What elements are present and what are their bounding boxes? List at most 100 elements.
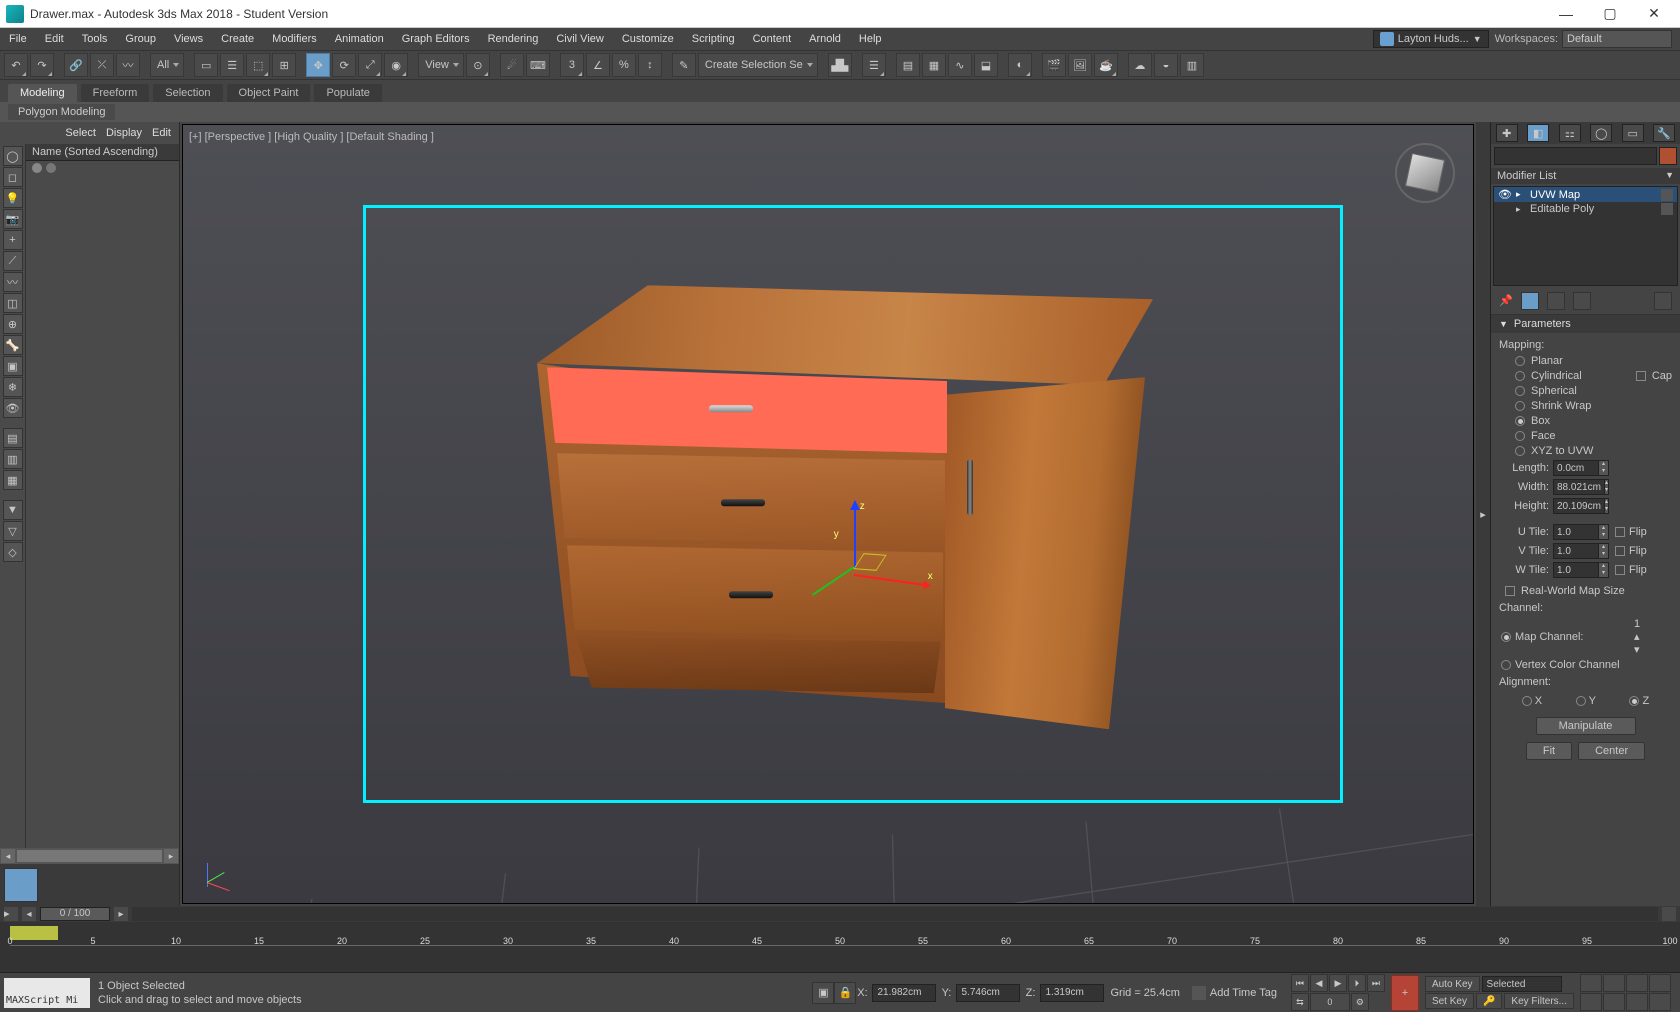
maximize-button[interactable]: ▢	[1590, 2, 1630, 26]
freeze-icon[interactable]	[46, 163, 56, 173]
time-config-icon[interactable]: ⚙	[1351, 993, 1369, 1011]
make-unique-icon[interactable]	[1547, 292, 1565, 310]
minimize-button[interactable]: —	[1546, 2, 1586, 26]
center-button-param[interactable]: Center	[1578, 742, 1645, 760]
vertexcolor-radio[interactable]: Vertex Color Channel	[1501, 659, 1672, 671]
menu-customize[interactable]: Customize	[613, 28, 683, 50]
modifier-list-dropdown[interactable]: Modifier List▼	[1491, 168, 1680, 184]
maxscript-listener[interactable]: MAXScript Mi	[4, 978, 90, 1008]
filter-xrefs-icon[interactable]: ⊕	[3, 314, 23, 334]
link-button[interactable]: 🔗	[64, 53, 88, 77]
time-next-button[interactable]: ▸	[114, 907, 128, 921]
autokey-button[interactable]: Auto Key	[1425, 976, 1480, 992]
zoom-extents-all-icon[interactable]	[1649, 974, 1671, 992]
curve-editor-button[interactable]: ∿	[948, 53, 972, 77]
cap-checkbox[interactable]	[1636, 371, 1646, 381]
vtile-spinner[interactable]: 1.0▴▾	[1553, 543, 1609, 559]
goto-start-icon[interactable]: ⏮	[1291, 974, 1309, 992]
filter-frozen-icon[interactable]: ❄	[3, 377, 23, 397]
ribbon-tab-objectpaint[interactable]: Object Paint	[227, 84, 311, 102]
modifier-editablepoly[interactable]: ▸Editable Poly	[1494, 202, 1677, 216]
menu-animation[interactable]: Animation	[326, 28, 393, 50]
scene-display-menu[interactable]: Display	[106, 127, 142, 139]
realworld-checkbox[interactable]: Real-World Map Size	[1505, 585, 1672, 597]
zoom-extents-icon[interactable]	[1626, 974, 1648, 992]
ribbon-panel-polymodeling[interactable]: Polygon Modeling	[8, 104, 115, 120]
coord-z-input[interactable]: 1.319cm	[1040, 984, 1104, 1002]
filter-cameras-icon[interactable]: 📷	[3, 209, 23, 229]
viewport-flyout-button[interactable]: ▸	[1476, 122, 1490, 906]
hierarchy-tab-icon[interactable]: ⚏	[1559, 124, 1581, 142]
keymode-dropdown[interactable]: Selected	[1482, 976, 1562, 992]
layer-explorer-button[interactable]: ▤	[896, 53, 920, 77]
show-end-result-icon[interactable]	[1521, 292, 1539, 310]
display-tab-icon[interactable]: ▭	[1622, 124, 1644, 142]
select-region-button[interactable]: ⬚	[246, 53, 270, 77]
mirror-button[interactable]: ▟▙	[828, 53, 852, 77]
utile-spinner[interactable]: 1.0▴▾	[1553, 524, 1609, 540]
select-by-name-button[interactable]: ☰	[220, 53, 244, 77]
menu-content[interactable]: Content	[744, 28, 801, 50]
render-setup-button[interactable]: 🎬	[1042, 53, 1066, 77]
filter-geometry-icon[interactable]: ◻	[3, 167, 23, 187]
keyfilters-button[interactable]: Key Filters...	[1504, 993, 1574, 1009]
select-rotate-button[interactable]: ⟳	[332, 53, 356, 77]
length-spinner[interactable]: 0.0cm▴▾	[1553, 460, 1609, 476]
undo-button[interactable]: ↶	[4, 53, 28, 77]
sort-hierarchy-icon[interactable]: ▦	[3, 470, 23, 490]
configure-sets-icon[interactable]	[1654, 292, 1672, 310]
menu-file[interactable]: File	[0, 28, 36, 50]
ribbon-tab-populate[interactable]: Populate	[314, 84, 381, 102]
set-key-big-button[interactable]: +	[1391, 975, 1419, 1011]
menu-arnold[interactable]: Arnold	[800, 28, 850, 50]
mapchannel-radio[interactable]: Map Channel:1▴▾	[1501, 618, 1672, 656]
orbit-icon[interactable]	[1626, 993, 1648, 1011]
motion-tab-icon[interactable]: ◯	[1590, 124, 1612, 142]
align-button[interactable]: ☰	[862, 53, 886, 77]
time-slider-track[interactable]	[132, 907, 1658, 921]
time-slider[interactable]: ▸ ◂ 0 / 100 ▸	[0, 906, 1680, 922]
filter-containers-icon[interactable]: ▣	[3, 356, 23, 376]
bind-spacewarp-button[interactable]: 〰	[116, 53, 140, 77]
object-color-swatch[interactable]	[1659, 147, 1677, 165]
workspace-input[interactable]	[1562, 30, 1672, 48]
vflip-checkbox[interactable]	[1615, 546, 1625, 556]
max-viewport-icon[interactable]	[1649, 993, 1671, 1011]
ribbon-tab-freeform[interactable]: Freeform	[81, 84, 150, 102]
modifier-uvwmap[interactable]: 👁▸UVW Map	[1494, 187, 1677, 202]
render-online-button[interactable]: ☁	[1128, 53, 1152, 77]
menu-tools[interactable]: Tools	[73, 28, 117, 50]
schematic-view-button[interactable]: ⬓	[974, 53, 998, 77]
menu-help[interactable]: Help	[850, 28, 891, 50]
material-editor-button[interactable]: ◐	[1008, 53, 1032, 77]
filter-spacewarps-icon[interactable]: 〰	[3, 272, 23, 292]
menu-civilview[interactable]: Civil View	[547, 28, 612, 50]
viewport-object-drawer[interactable]	[503, 285, 1153, 725]
visibility-icon[interactable]	[32, 163, 42, 173]
mapping-spherical[interactable]: Spherical	[1515, 385, 1672, 397]
select-move-button[interactable]: ✥	[306, 53, 330, 77]
angle-snap-button[interactable]: ∠	[586, 53, 610, 77]
modify-tab-icon[interactable]: ◧	[1527, 124, 1549, 142]
align-x[interactable]: X	[1522, 695, 1542, 707]
preview-thumbnail[interactable]	[4, 868, 38, 902]
filter-groups-icon[interactable]: ◫	[3, 293, 23, 313]
pin-stack-icon[interactable]: 📌	[1499, 294, 1513, 308]
menu-scripting[interactable]: Scripting	[683, 28, 744, 50]
add-time-tag[interactable]: Add Time Tag	[1186, 986, 1283, 1000]
setkey-button[interactable]: Set Key	[1425, 993, 1474, 1009]
object-name-input[interactable]	[1494, 147, 1657, 165]
scene-edit-menu[interactable]: Edit	[152, 127, 171, 139]
editnamedsel-button[interactable]: ✎	[672, 53, 696, 77]
scene-select-menu[interactable]: Select	[65, 127, 96, 139]
time-ruler[interactable]: 0 5 10 15 20 25 30 35 40 45 50 55 60 65 …	[0, 922, 1680, 972]
pivot-center-button[interactable]: ⊙	[466, 53, 490, 77]
unlink-button[interactable]: ⤫	[90, 53, 114, 77]
selection-lock-icon[interactable]: 🔒	[834, 982, 856, 1004]
pan-icon[interactable]	[1603, 993, 1625, 1011]
menu-grapheditors[interactable]: Graph Editors	[393, 28, 479, 50]
filter-all-icon[interactable]: ◯	[3, 146, 23, 166]
render-prod-button[interactable]: ☕	[1094, 53, 1118, 77]
manipulate-button[interactable]: ☄	[500, 53, 524, 77]
scene-list-row[interactable]	[26, 161, 179, 175]
